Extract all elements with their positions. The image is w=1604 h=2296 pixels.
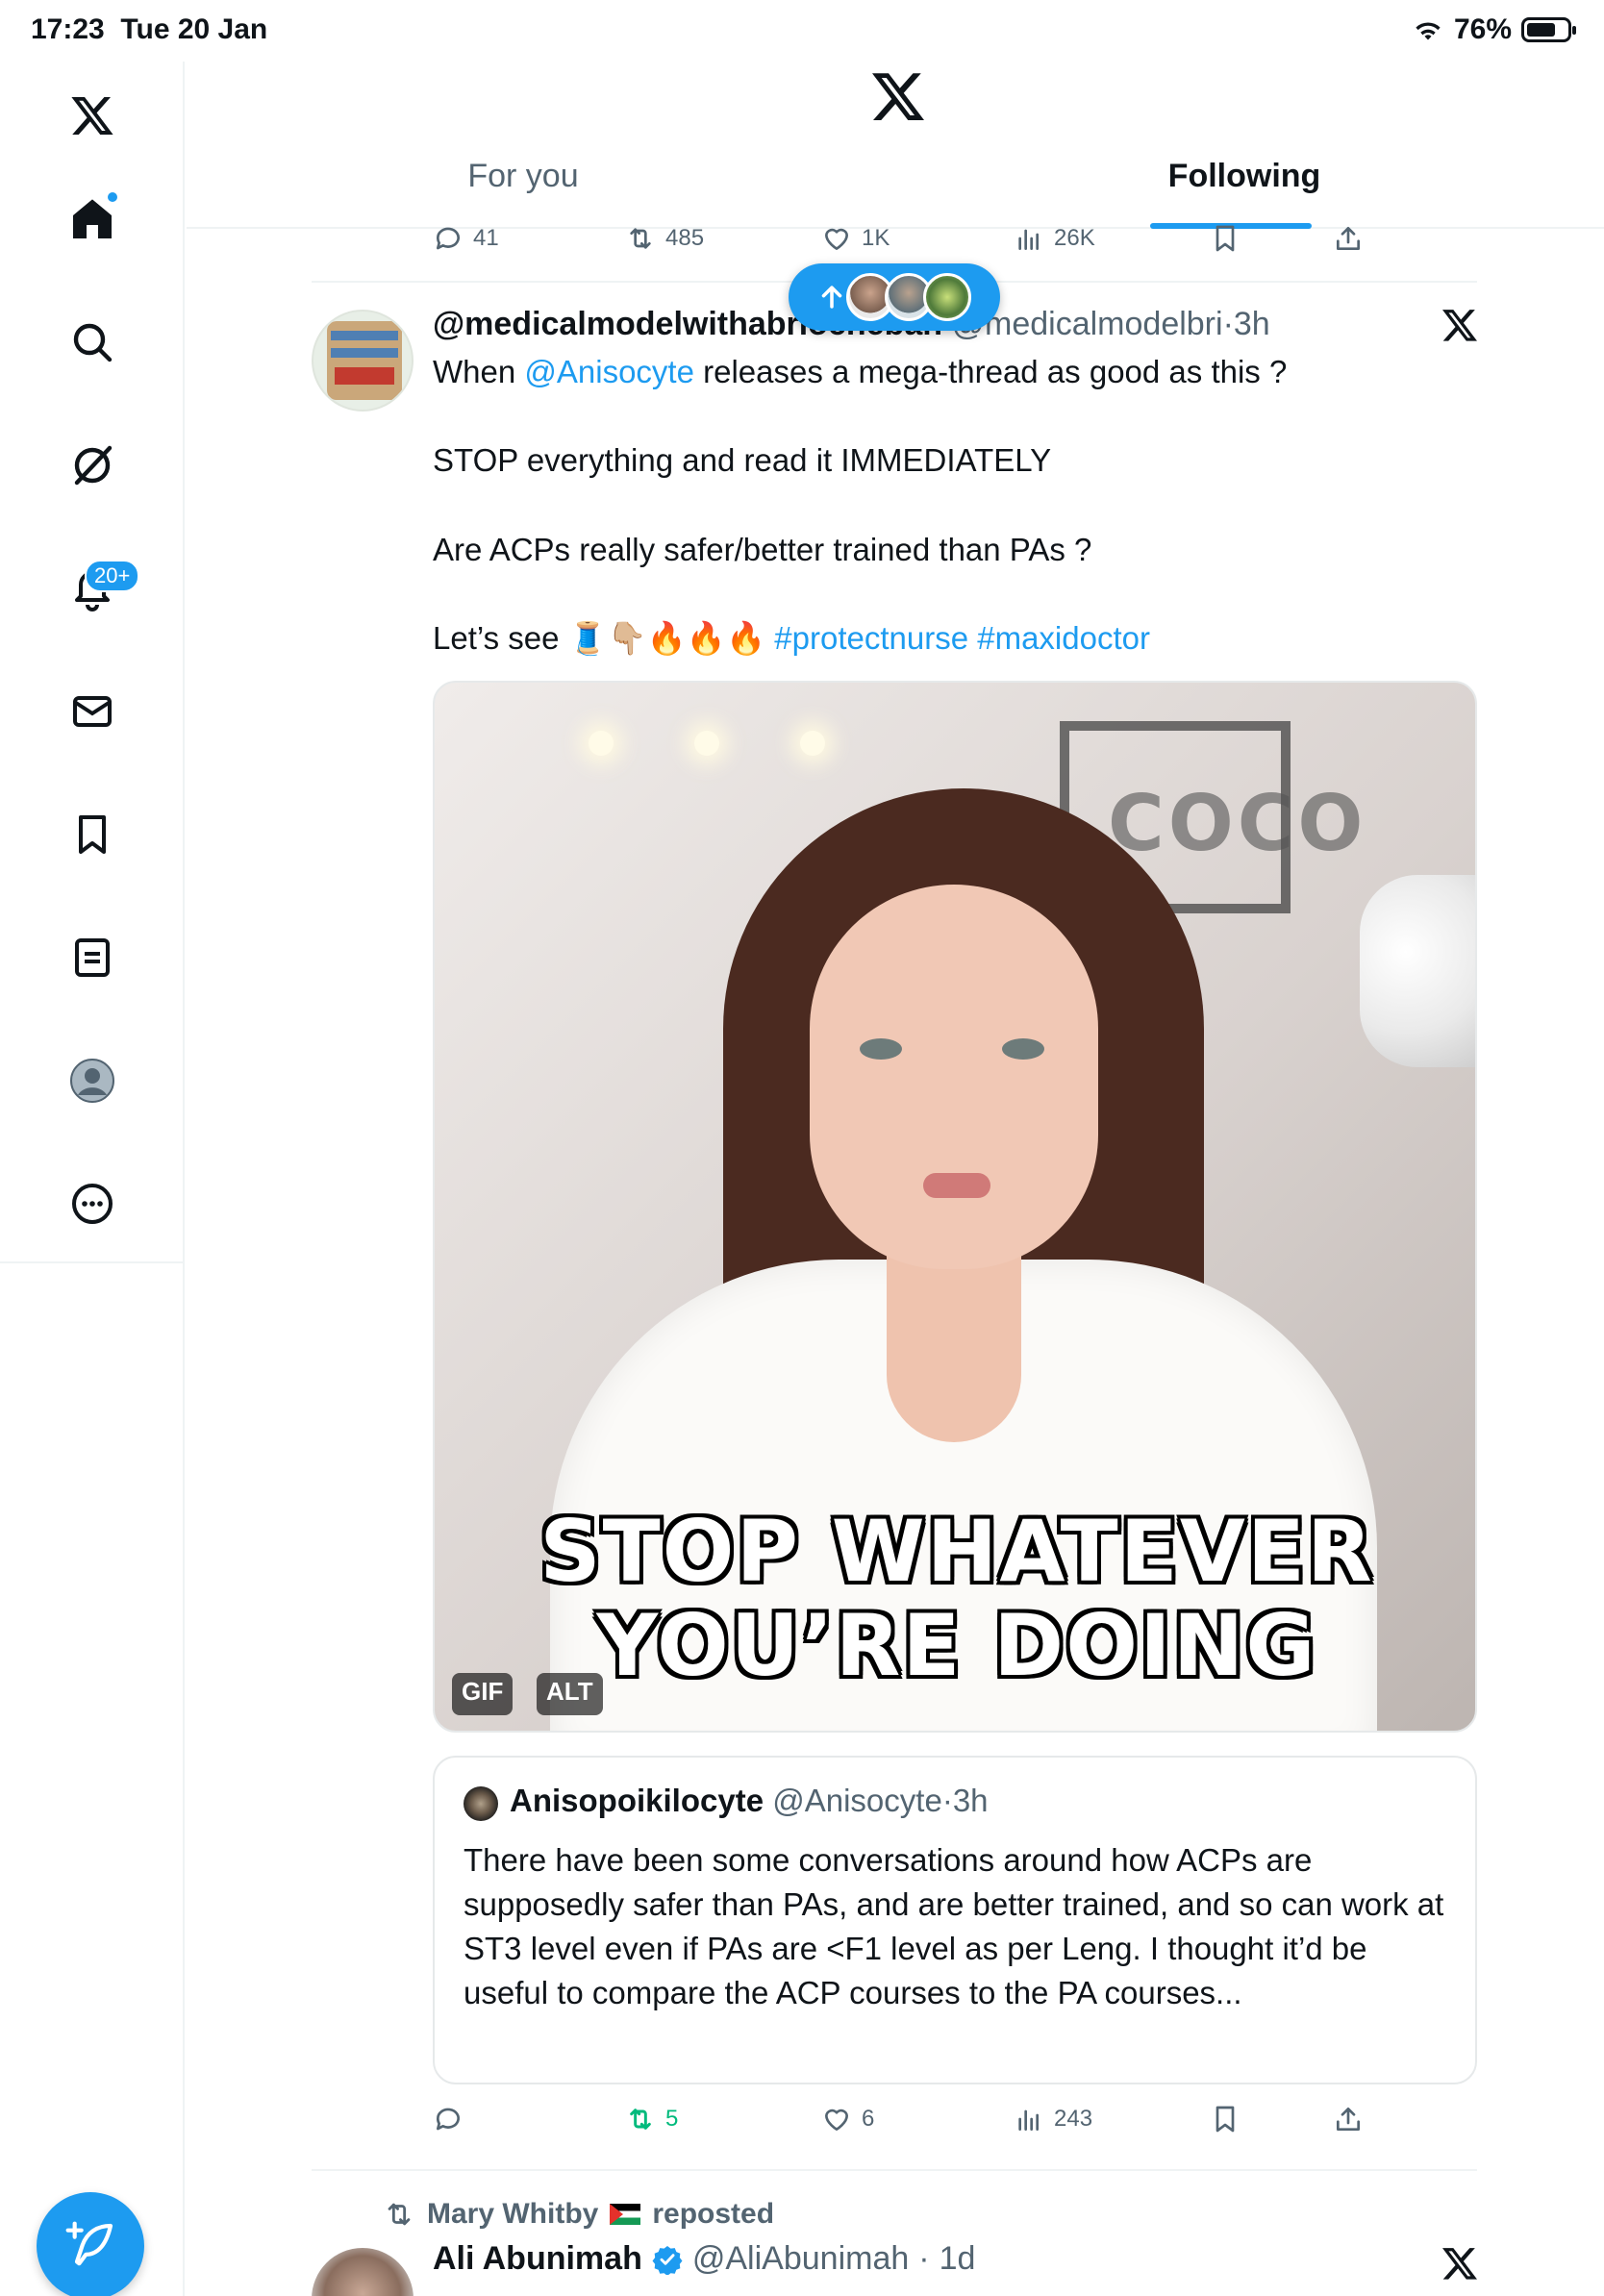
quoted-author-avatar bbox=[464, 1786, 498, 1821]
repost-button[interactable]: 485 bbox=[625, 223, 704, 254]
quoted-tweet-text: There have been some conversations aroun… bbox=[464, 1842, 1444, 2010]
tweet-time[interactable]: 3h bbox=[1234, 306, 1270, 342]
tweet-text-line: STOP everything and read it IMMEDIATELY bbox=[433, 442, 1052, 478]
share-button[interactable] bbox=[1333, 223, 1364, 254]
x-logo-icon bbox=[1442, 310, 1477, 341]
tweet-media-gif[interactable]: COCO STOP WHATEVER YOU’RE DOING GIF ALT bbox=[433, 681, 1477, 1733]
search-icon[interactable] bbox=[54, 304, 131, 381]
tweet-time[interactable]: 1d bbox=[940, 2240, 976, 2278]
bookmark-button[interactable] bbox=[1210, 223, 1241, 254]
wifi-icon bbox=[1416, 22, 1441, 40]
share-icon bbox=[1337, 227, 1360, 250]
bookmark-icon bbox=[1216, 225, 1235, 252]
alt-badge[interactable]: ALT bbox=[537, 1673, 603, 1715]
reply-icon bbox=[436, 227, 460, 250]
reply-icon bbox=[436, 2108, 460, 2131]
media-background-text: COCO bbox=[1108, 779, 1367, 868]
messages-icon[interactable] bbox=[54, 673, 131, 750]
author-avatar[interactable] bbox=[312, 310, 414, 412]
like-button[interactable]: 6 bbox=[821, 2104, 874, 2134]
repost-icon bbox=[630, 228, 651, 249]
compose-post-icon bbox=[65, 2221, 113, 2266]
like-button[interactable]: 1K bbox=[821, 223, 890, 254]
compose-post-button[interactable] bbox=[37, 2192, 144, 2296]
flag-icon bbox=[610, 2204, 641, 2225]
x-logo-icon bbox=[872, 73, 924, 120]
quoted-tweet[interactable]: Anisopoikilocyte @Anisocyte·3h There hav… bbox=[433, 1756, 1477, 2084]
tweet-text-line: When @Anisocyte releases a mega-thread a… bbox=[433, 354, 1288, 389]
tweet-header: Ali Abunimah @AliAbunimah · 1d bbox=[433, 2240, 976, 2278]
author-avatar[interactable] bbox=[312, 2248, 414, 2296]
repost-icon bbox=[630, 2109, 651, 2130]
reposter-name: Mary Whitby bbox=[427, 2198, 599, 2230]
grok-icon[interactable] bbox=[54, 427, 131, 504]
x-logo-icon bbox=[1442, 2248, 1477, 2280]
verified-badge-icon bbox=[652, 2245, 683, 2275]
new-posts-pill[interactable] bbox=[789, 263, 1000, 331]
heart-icon bbox=[825, 228, 848, 250]
quoted-author-handle: @Anisocyte bbox=[772, 1783, 942, 1818]
quoted-tweet-header: Anisopoikilocyte @Anisocyte·3h bbox=[510, 1783, 989, 1818]
status-right: 76% bbox=[1412, 13, 1576, 46]
mention-link[interactable]: @Anisocyte bbox=[524, 354, 694, 389]
home-icon[interactable] bbox=[54, 181, 131, 258]
tweet-divider bbox=[312, 2169, 1477, 2171]
bookmark-icon bbox=[1216, 2106, 1235, 2133]
views-icon bbox=[1018, 229, 1039, 250]
views-button[interactable]: 243 bbox=[1014, 2104, 1092, 2134]
more-icon[interactable] bbox=[54, 1165, 131, 1242]
gif-badge: GIF bbox=[452, 1673, 514, 1715]
timeline-tabs: For you Following bbox=[187, 158, 1604, 229]
author-handle[interactable]: @AliAbunimah bbox=[692, 2240, 909, 2278]
reply-button[interactable]: 41 bbox=[433, 223, 499, 254]
bookmarks-icon[interactable] bbox=[54, 796, 131, 873]
x-logo-icon[interactable] bbox=[54, 77, 131, 154]
hashtag-link[interactable]: #maxidoctor bbox=[977, 620, 1150, 656]
status-time: 17:23 Tue 20 Jan bbox=[31, 13, 268, 45]
tweet-actions: 5 6 243 bbox=[433, 2104, 1394, 2142]
reply-button[interactable] bbox=[433, 2104, 473, 2134]
tweet-text-line: Let’s see 🧵👇🏼🔥🔥🔥 #protectnurse #maxidoct… bbox=[433, 620, 1150, 656]
bookmark-button[interactable] bbox=[1210, 2104, 1241, 2134]
sidebar: 20+ bbox=[0, 62, 185, 2296]
tab-following[interactable]: Following bbox=[1129, 158, 1360, 229]
repost-button[interactable]: 5 bbox=[625, 2104, 678, 2134]
tab-for-you[interactable]: For you bbox=[417, 158, 629, 229]
notifications-icon[interactable]: 20+ bbox=[54, 550, 140, 627]
hashtag-link[interactable]: #protectnurse bbox=[774, 620, 968, 656]
profile-icon[interactable] bbox=[54, 1042, 131, 1119]
author-name[interactable]: Ali Abunimah bbox=[433, 2240, 642, 2278]
pill-avatar bbox=[923, 273, 971, 321]
gif-caption-line: STOP WHATEVER bbox=[539, 1502, 1374, 1601]
battery-icon bbox=[1521, 17, 1576, 42]
notifications-badge: 20+ bbox=[85, 560, 140, 592]
sidebar-divider bbox=[0, 1261, 185, 1263]
tweet-text-line: Are ACPs really safer/better trained tha… bbox=[433, 532, 1092, 567]
quoted-tweet-time: 3h bbox=[952, 1783, 989, 1818]
heart-icon bbox=[825, 2109, 848, 2131]
previous-tweet-actions: 41 485 1K 26K bbox=[433, 223, 1394, 262]
views-icon bbox=[1018, 2109, 1039, 2131]
share-button[interactable] bbox=[1333, 2104, 1364, 2134]
share-icon bbox=[1337, 2108, 1360, 2131]
home-unread-dot bbox=[106, 190, 119, 204]
views-button[interactable]: 26K bbox=[1014, 223, 1095, 254]
reposted-label: reposted bbox=[652, 2198, 775, 2230]
quoted-author-name: Anisopoikilocyte bbox=[510, 1783, 764, 1818]
lists-icon[interactable] bbox=[54, 919, 131, 996]
arrow-up-icon bbox=[821, 286, 842, 309]
repost-icon bbox=[388, 2203, 411, 2226]
repost-context[interactable]: Mary Whitby reposted bbox=[383, 2198, 774, 2231]
status-bar: 17:23 Tue 20 Jan 76% bbox=[0, 0, 1604, 62]
battery-percent: 76% bbox=[1453, 13, 1512, 45]
